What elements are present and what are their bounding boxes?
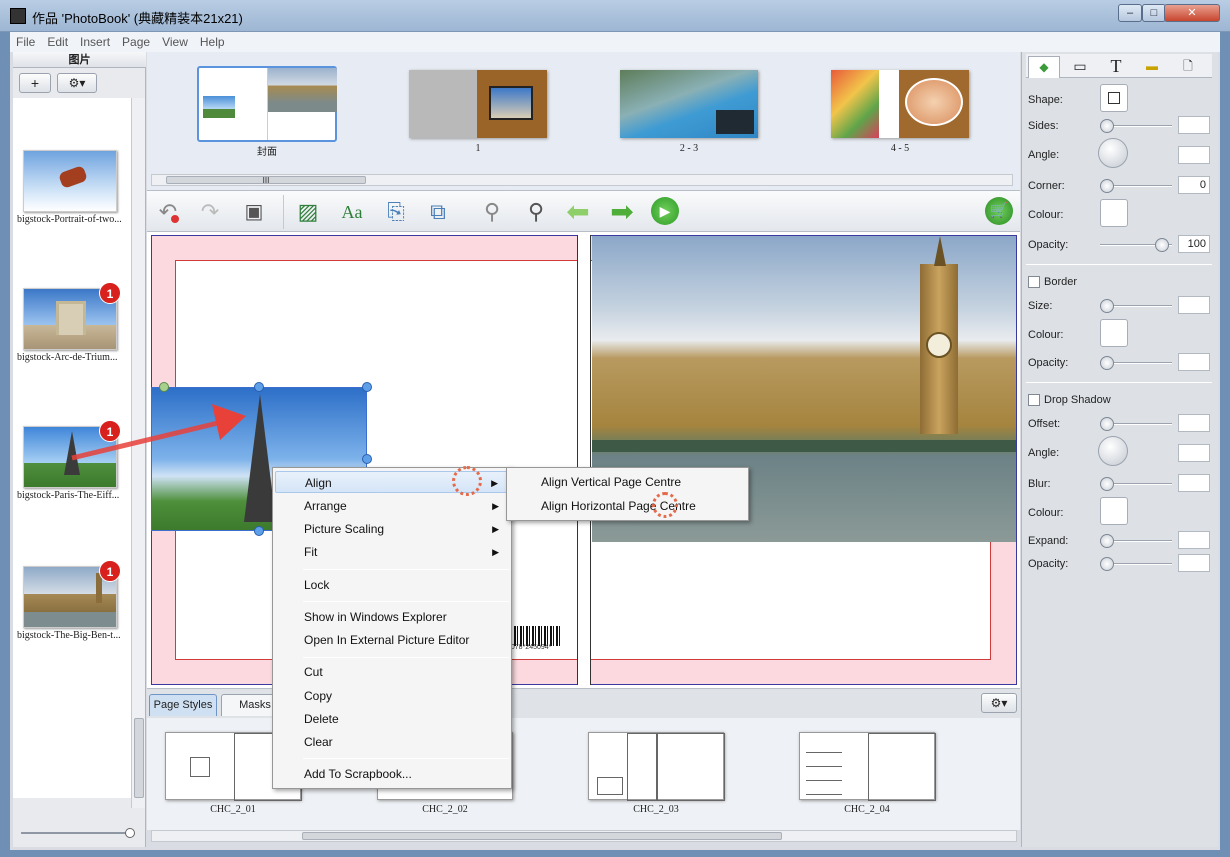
shape-picker[interactable] <box>1100 84 1128 112</box>
corner-field[interactable]: 0 <box>1178 176 1210 194</box>
drop-shadow-checkbox[interactable] <box>1028 394 1040 406</box>
menu-item-lock[interactable]: Lock <box>275 574 509 596</box>
expand-field[interactable] <box>1178 531 1210 549</box>
border-colour-label: Colour: <box>1028 329 1064 341</box>
drag-arrow-head <box>212 404 246 440</box>
shape-tool-icon[interactable]: ◆ <box>1028 56 1060 78</box>
drag-arrow-shaft <box>71 419 223 461</box>
tab-page-styles[interactable]: Page Styles <box>149 694 217 716</box>
corner-label: Corner: <box>1028 180 1065 192</box>
shadow-opacity-knob[interactable] <box>1100 557 1114 571</box>
expand-label: Expand: <box>1028 535 1069 547</box>
menu-item-cut[interactable]: Cut <box>275 661 509 683</box>
border-checkbox[interactable] <box>1028 276 1040 288</box>
shadow-angle-field[interactable] <box>1178 444 1210 462</box>
colour-swatch[interactable] <box>1100 199 1128 227</box>
opacity-slider-knob[interactable] <box>1155 238 1169 252</box>
styles-settings-button[interactable]: ⚙▾ <box>981 693 1017 713</box>
shadow-opacity-field[interactable] <box>1178 554 1210 572</box>
sides-slider-knob[interactable] <box>1100 119 1114 133</box>
border-size-knob[interactable] <box>1100 299 1114 313</box>
blur-knob[interactable] <box>1100 477 1114 491</box>
busy-cursor-icon <box>452 466 482 496</box>
angle-label: Angle: <box>1028 149 1060 161</box>
style-thumb-3[interactable] <box>588 732 725 801</box>
menu-item-fit[interactable]: Fit ▶ <box>275 541 509 563</box>
menu-item-add-to-scrapbook[interactable]: Add To Scrapbook... <box>275 763 509 785</box>
menu-item-open-external-editor[interactable]: Open In External Picture Editor <box>275 629 509 651</box>
style-label: CHC_2_02 <box>422 804 468 815</box>
menu-separator <box>303 569 509 570</box>
style-label: CHC_2_03 <box>633 804 679 815</box>
section-divider <box>1026 382 1212 383</box>
style-label: CHC_2_04 <box>844 804 890 815</box>
menu-separator <box>303 758 509 759</box>
placeholder-grid <box>806 739 842 795</box>
frame-tool-icon[interactable]: ▭ <box>1064 56 1096 78</box>
menu-item-copy[interactable]: Copy <box>275 685 509 707</box>
menu-separator <box>303 601 509 602</box>
offset-field[interactable] <box>1178 414 1210 432</box>
menu-item-clear[interactable]: Clear <box>275 731 509 753</box>
blur-label: Blur: <box>1028 478 1051 490</box>
align-submenu: Align Vertical Page Centre Align Horizon… <box>506 467 749 521</box>
context-menu: Align ▶ Arrange ▶ Picture Scaling ▶ Fit ▶ Lo… <box>272 467 512 789</box>
menu-item-delete[interactable]: Delete <box>275 708 509 730</box>
menu-item-align-vertical[interactable]: Align Vertical Page Centre <box>509 471 743 493</box>
sides-label: Sides: <box>1028 120 1059 132</box>
section-divider <box>1026 264 1212 265</box>
properties-tabs: ◆ ▭ T ▬ 🗋 <box>1026 54 1212 78</box>
opacity-label: Opacity: <box>1028 239 1069 251</box>
border-size-field[interactable] <box>1178 296 1210 314</box>
menu-item-align-horizontal[interactable]: Align Horizontal Page Centre <box>509 495 743 517</box>
placeholder-box <box>597 777 623 795</box>
placeholder-box <box>657 733 725 801</box>
scroll-thumb[interactable] <box>302 832 782 840</box>
angle-field[interactable] <box>1178 146 1210 164</box>
border-opacity-knob[interactable] <box>1100 356 1114 370</box>
shadow-opacity-label: Opacity: <box>1028 558 1069 570</box>
menu-item-picture-scaling[interactable]: Picture Scaling ▶ <box>275 518 509 540</box>
submenu-arrow-icon: ▶ <box>492 547 499 557</box>
offset-knob[interactable] <box>1100 417 1114 431</box>
style-thumb-4[interactable] <box>799 732 936 801</box>
opacity-field[interactable]: 100 <box>1178 235 1210 253</box>
page-tool-icon[interactable]: 🗋 <box>1172 56 1204 78</box>
submenu-arrow-icon: ▶ <box>492 524 499 534</box>
angle-dial[interactable] <box>1098 138 1128 168</box>
menu-item-arrange[interactable]: Arrange ▶ <box>275 495 509 517</box>
submenu-arrow-icon: ▶ <box>491 478 498 488</box>
border-label: Border <box>1044 276 1078 288</box>
submenu-arrow-icon: ▶ <box>492 501 499 511</box>
shadow-colour-swatch[interactable] <box>1100 497 1128 525</box>
offset-label: Offset: <box>1028 418 1061 430</box>
border-opacity-field[interactable] <box>1178 353 1210 371</box>
placeholder-box <box>627 733 657 801</box>
style-label: CHC_2_01 <box>210 804 256 815</box>
placeholder-box <box>190 757 210 777</box>
shape-label: Shape: <box>1028 94 1063 106</box>
placeholder-box <box>868 733 936 801</box>
border-opacity-label: Opacity: <box>1028 357 1069 369</box>
shadow-colour-label: Colour: <box>1028 507 1064 519</box>
drop-shadow-label: Drop Shadow <box>1044 394 1111 406</box>
menu-item-show-in-explorer[interactable]: Show in Windows Explorer <box>275 606 509 628</box>
expand-knob[interactable] <box>1100 534 1114 548</box>
shadow-angle-label: Angle: <box>1028 447 1060 459</box>
properties-panel: ◆ ▭ T ▬ 🗋 Shape: Sides: Angle: Corner: 0… <box>1021 52 1218 847</box>
busy-cursor-icon <box>652 492 678 518</box>
styles-scrollbar[interactable] <box>151 830 1017 842</box>
corner-slider-knob[interactable] <box>1100 179 1114 193</box>
sides-field[interactable] <box>1178 116 1210 134</box>
text-tool-icon[interactable]: T <box>1100 56 1132 78</box>
border-colour-swatch[interactable] <box>1100 319 1128 347</box>
blur-field[interactable] <box>1178 474 1210 492</box>
shadow-angle-dial[interactable] <box>1098 436 1128 466</box>
size-label: Size: <box>1028 300 1053 312</box>
ruler-tool-icon[interactable]: ▬ <box>1136 56 1168 78</box>
colour-label: Colour: <box>1028 209 1064 221</box>
menu-separator <box>303 657 509 658</box>
